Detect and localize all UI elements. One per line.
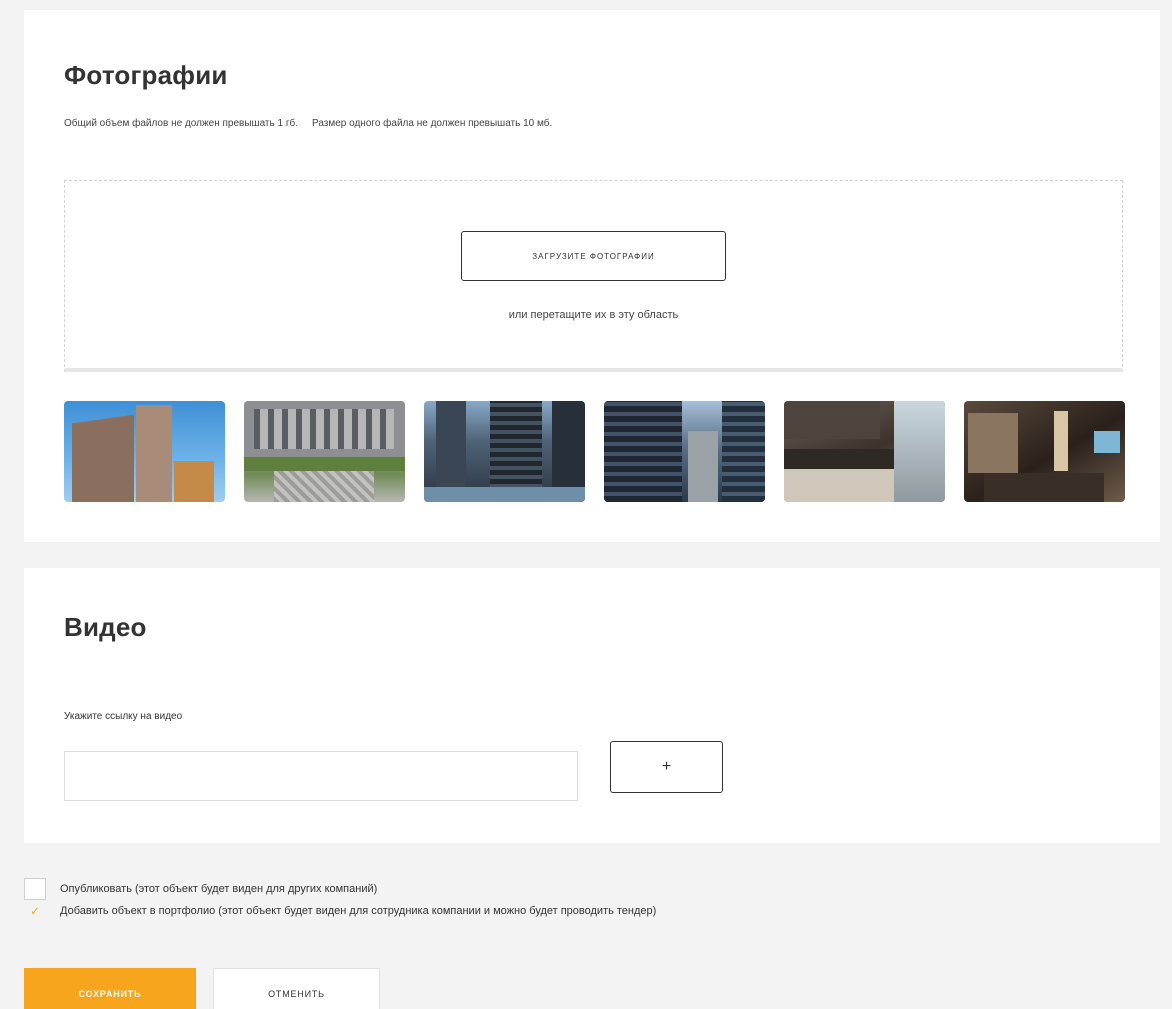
photo-thumbnail[interactable] — [964, 401, 1125, 502]
photo-hints: Общий объем файлов не должен превышать 1… — [64, 118, 552, 129]
photos-card: Фотографии Общий объем файлов не должен … — [24, 10, 1160, 542]
add-video-button[interactable]: + — [610, 741, 723, 793]
video-link-label: Укажите ссылку на видео — [64, 711, 183, 722]
photo-thumbnails — [64, 401, 1125, 502]
photo-dropzone[interactable]: ЗАГРУЗИТЕ ФОТОГРАФИИ или перетащите их в… — [64, 180, 1123, 372]
checkmark-icon[interactable]: ✓ — [24, 904, 46, 918]
photo-thumbnail[interactable] — [244, 401, 405, 502]
video-card: Видео Укажите ссылку на видео + — [24, 568, 1160, 843]
publish-label: Опубликовать (этот объект будет виден дл… — [60, 883, 378, 895]
cancel-button[interactable]: ОТМЕНИТЬ — [213, 968, 380, 1009]
drop-hint: или перетащите их в эту область — [508, 309, 679, 321]
save-button[interactable]: СОХРАНИТЬ — [24, 968, 196, 1009]
page: Фотографии Общий объем файлов не должен … — [0, 0, 1172, 1009]
upload-photos-button[interactable]: ЗАГРУЗИТЕ ФОТОГРАФИИ — [461, 231, 726, 281]
video-link-input[interactable] — [64, 751, 578, 801]
video-title: Видео — [64, 612, 147, 642]
plus-icon: + — [661, 758, 672, 775]
publish-checkbox[interactable] — [24, 878, 46, 900]
photos-title: Фотографии — [64, 60, 228, 90]
photo-thumbnail[interactable] — [64, 401, 225, 502]
photo-thumbnail[interactable] — [604, 401, 765, 502]
hint-total-size: Общий объем файлов не должен превышать 1… — [64, 118, 298, 129]
hint-single-size: Размер одного файла не должен превышать … — [311, 118, 553, 129]
portfolio-option[interactable]: ✓ Добавить объект в портфолио (этот объе… — [24, 904, 656, 918]
photo-thumbnail[interactable] — [424, 401, 585, 502]
publish-option[interactable]: Опубликовать (этот объект будет виден дл… — [24, 878, 377, 900]
portfolio-label: Добавить объект в портфолио (этот объект… — [60, 905, 657, 917]
photo-thumbnail[interactable] — [784, 401, 945, 502]
